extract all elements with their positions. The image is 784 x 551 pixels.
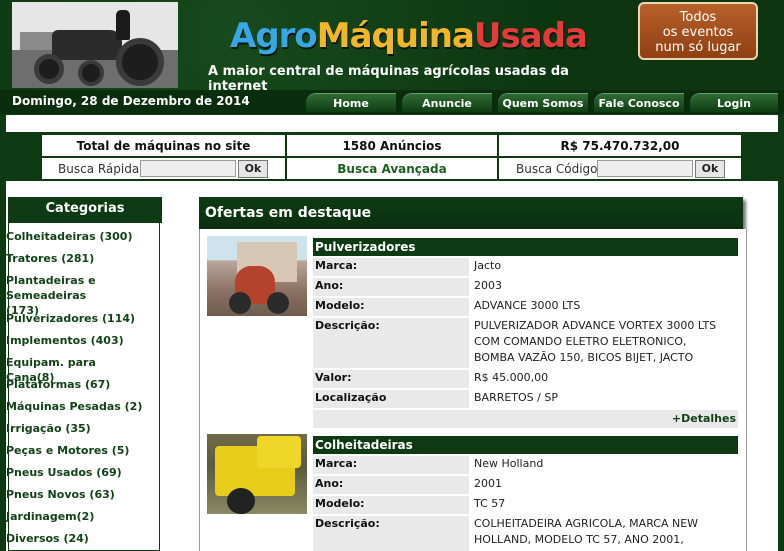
- category-pulverizadores[interactable]: Pulverizadores (114): [6, 311, 146, 326]
- total-value: R$ 75.470.732,00: [499, 135, 741, 156]
- info-strip: [6, 115, 778, 132]
- tab-home[interactable]: Home: [306, 93, 396, 112]
- featured-offers-title: Ofertas em destaque: [199, 197, 743, 229]
- category-irrigacao[interactable]: Irrigação (35): [6, 421, 146, 436]
- category-pecas-motores[interactable]: Peças e Motores (5): [6, 443, 146, 458]
- offer-2-year-label: Ano:: [313, 476, 469, 494]
- category-tratores[interactable]: Tratores (281): [6, 251, 146, 266]
- ads-count: 1580 Anúncios: [287, 135, 497, 156]
- advanced-search-cell: Busca Avançada: [287, 158, 497, 179]
- code-search-ok-button[interactable]: Ok: [695, 160, 725, 178]
- offer-2-model-label: Modelo:: [313, 496, 469, 514]
- offer-2-year: 2001: [472, 476, 738, 494]
- offer-2-description-label: Descrição:: [313, 516, 469, 551]
- quick-search-ok-button[interactable]: Ok: [238, 160, 268, 178]
- offer-1-description: PULVERIZADOR ADVANCE VORTEX 3000 LTS COM…: [472, 318, 738, 368]
- tab-quem-somos[interactable]: Quem Somos: [498, 93, 588, 112]
- category-maquinas-pesadas[interactable]: Máquinas Pesadas (2): [6, 399, 146, 414]
- offer-1-location-label: Localização: [313, 390, 469, 408]
- offer-1-category[interactable]: Pulverizadores: [313, 238, 738, 256]
- current-date: Domingo, 28 de Dezembro de 2014: [12, 94, 250, 108]
- header-tractor-photo: [12, 2, 178, 88]
- category-pneus-usados[interactable]: Pneus Usados (69): [6, 465, 146, 480]
- offer-1-year: 2003: [472, 278, 738, 296]
- code-search-input[interactable]: [597, 160, 693, 177]
- tab-fale-conosco[interactable]: Fale Conosco: [594, 93, 684, 112]
- category-implementos[interactable]: Implementos (403): [6, 333, 146, 348]
- category-plataformas[interactable]: Plataformas (67): [6, 377, 146, 392]
- tab-anuncie[interactable]: Anuncie: [402, 93, 492, 112]
- categories-title: Categorias: [8, 197, 162, 223]
- advanced-search-link[interactable]: Busca Avançada: [337, 162, 446, 176]
- total-machines-label: Total de máquinas no site: [42, 135, 285, 156]
- offer-1-brand-label: Marca:: [313, 258, 469, 276]
- code-search-label: Busca Código: [516, 161, 598, 176]
- quick-search-input[interactable]: [140, 160, 236, 177]
- site-logo[interactable]: Agro Máquina Usada: [230, 14, 605, 58]
- tab-login[interactable]: Login: [690, 93, 778, 112]
- offer-2-description: COLHEITADEIRA AGRICOLA, MARCA NEW HOLLAN…: [472, 516, 738, 551]
- offer-1-details-link[interactable]: +Detalhes: [313, 410, 738, 428]
- category-pneus-novos[interactable]: Pneus Novos (63): [6, 487, 146, 502]
- offer-2-thumbnail[interactable]: [207, 434, 307, 514]
- offer-2-brand-label: Marca:: [313, 456, 469, 474]
- offer-2-category[interactable]: Colheitadeiras: [313, 436, 738, 454]
- offer-1-model-label: Modelo:: [313, 298, 469, 316]
- offer-1-price-label: Valor:: [313, 370, 469, 388]
- quick-search-label: Busca Rápida: [58, 161, 140, 176]
- offer-1-model: ADVANCE 3000 LTS: [472, 298, 738, 316]
- offer-1-brand: Jacto: [472, 258, 738, 276]
- offer-2-brand: New Holland: [472, 456, 738, 474]
- offer-1-location: BARRETOS / SP: [472, 390, 738, 408]
- category-jardinagem[interactable]: Jardinagem(2): [6, 509, 146, 524]
- category-diversos[interactable]: Diversos (24): [6, 531, 146, 546]
- category-colheitadeiras[interactable]: Colheitadeiras (300): [6, 229, 146, 244]
- offer-1-description-label: Descrição:: [313, 318, 469, 368]
- offer-1-year-label: Ano:: [313, 278, 469, 296]
- offer-2-model: TC 57: [472, 496, 738, 514]
- events-promo-banner[interactable]: Todos os eventos num só lugar: [638, 2, 758, 60]
- offer-1-price: R$ 45.000,00: [472, 370, 738, 388]
- offer-1-thumbnail[interactable]: [207, 236, 307, 316]
